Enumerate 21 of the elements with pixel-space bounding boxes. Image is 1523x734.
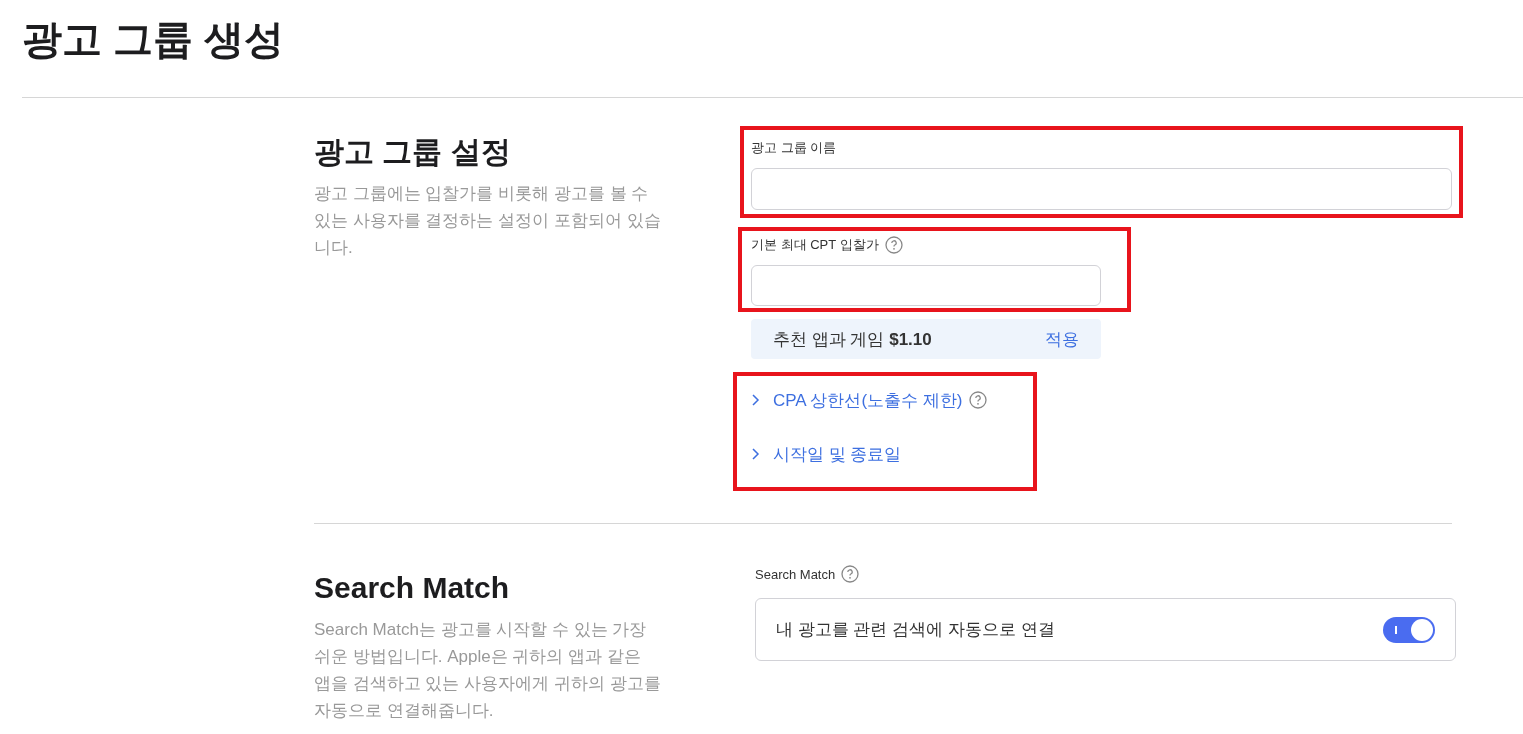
chevron-icon[interactable] — [751, 393, 761, 407]
help-icon[interactable] — [968, 391, 987, 409]
input-field[interactable] — [751, 265, 1101, 306]
toggle-switch[interactable] — [1383, 616, 1435, 643]
help-icon[interactable] — [841, 565, 860, 583]
field-label: 광고 그룹 이름 — [751, 139, 837, 157]
section-title: 광고 그룹 설정 — [314, 134, 512, 170]
apply-link[interactable]: 적용 — [1045, 327, 1079, 351]
page-title: 광고 그룹 생성 — [22, 0, 1523, 98]
option-text: 내 광고를 관련 검색에 자동으로 연결 — [776, 619, 1055, 641]
help-icon[interactable] — [884, 236, 903, 254]
chevron-icon[interactable] — [751, 447, 761, 461]
section-description: 광고 그룹에는 입찰가를 비롯해 광고를 볼 수 있는 사용자를 결정하는 설정이 포함되어 있습니다. — [314, 183, 662, 259]
field-label: Search Match — [755, 566, 836, 582]
link-text: 시작일 및 종료일 — [773, 443, 902, 466]
field-label: 기본 최대 CPT 입찰가 — [751, 236, 879, 254]
input-field[interactable] — [751, 168, 1452, 210]
link-text: CPA 상한선(노출수 제한) — [773, 389, 963, 412]
section-description: Search Match는 광고를 시작할 수 있는 가장 쉬운 방법입니다. Apple은 귀하의 앱과 같은 앱을 검색하고 있는 사용자에게 귀하의 광고를 자동으로 연결해줍니다. — [314, 619, 662, 722]
suggestion-text: 추천 앱과 게임 $1.10 — [773, 328, 932, 351]
section-title: Search Match — [314, 570, 511, 606]
